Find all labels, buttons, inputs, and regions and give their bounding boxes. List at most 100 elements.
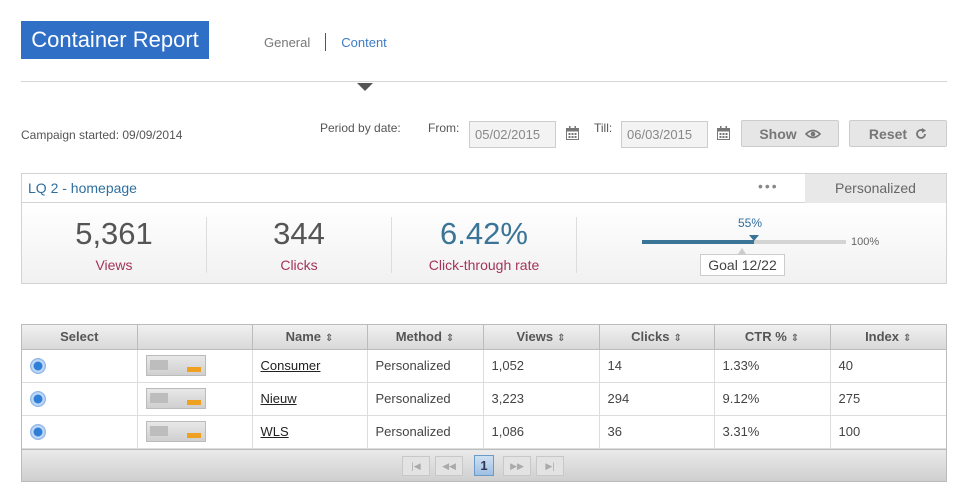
row-select-radio[interactable] bbox=[30, 390, 46, 407]
campaign-started-text: Campaign started: 09/09/2014 bbox=[21, 128, 183, 142]
content-table: Select Name ⇕ Method ⇕ Views ⇕ Clicks ⇕ CTR … bbox=[21, 324, 947, 482]
name-cell: WLS bbox=[252, 415, 368, 449]
last-page-button[interactable]: ▶| bbox=[536, 455, 564, 476]
column-label: Select bbox=[60, 329, 99, 345]
content-name-link[interactable]: WLS bbox=[261, 424, 289, 439]
content-thumbnail bbox=[145, 421, 206, 442]
sort-icon[interactable]: ⇕ bbox=[557, 333, 565, 344]
metric-divider bbox=[576, 217, 577, 273]
column-header-views[interactable]: Views ⇕ bbox=[483, 325, 600, 350]
ctr-cell: 9.12% bbox=[714, 382, 831, 416]
till-label: Till: bbox=[594, 121, 613, 135]
summary-panel: LQ 2 - homepage ••• Personalized 5,361 V… bbox=[21, 173, 947, 284]
previous-page-button[interactable]: ◀◀ bbox=[435, 455, 463, 476]
goal-progress-fill bbox=[642, 240, 755, 244]
reset-button-label: Reset bbox=[868, 125, 908, 142]
more-options-icon[interactable]: ••• bbox=[758, 178, 779, 194]
select-cell bbox=[22, 382, 138, 416]
column-header-clicks[interactable]: Clicks ⇕ bbox=[599, 325, 715, 350]
pagination: |◀ ◀◀ 1 ▶▶ ▶| bbox=[22, 448, 946, 481]
clicks-cell: 14 bbox=[599, 349, 715, 383]
table-row[interactable]: Consumer Personalized 1,052 14 1.33% 40 bbox=[22, 349, 946, 383]
metric-value: 5,361 bbox=[75, 216, 153, 251]
calendar-icon[interactable] bbox=[566, 126, 579, 140]
calendar-icon[interactable] bbox=[717, 126, 730, 140]
content-name-link[interactable]: Consumer bbox=[261, 358, 321, 373]
goal-badge: Goal 12/22 bbox=[700, 254, 785, 276]
eye-icon bbox=[804, 129, 821, 138]
column-label: Method bbox=[395, 329, 442, 345]
views-cell: 1,086 bbox=[483, 415, 600, 449]
header-divider bbox=[21, 81, 947, 82]
table-row[interactable]: WLS Personalized 1,086 36 3.31% 100 bbox=[22, 415, 946, 449]
table-row[interactable]: Nieuw Personalized 3,223 294 9.12% 275 bbox=[22, 382, 946, 416]
method-cell: Personalized bbox=[367, 415, 484, 449]
column-header-ctr[interactable]: CTR % ⇕ bbox=[714, 325, 831, 350]
preview-cell bbox=[137, 349, 253, 383]
column-label: Index bbox=[865, 329, 900, 345]
metric-value: 344 bbox=[273, 216, 325, 251]
row-select-radio[interactable] bbox=[30, 423, 46, 440]
from-label: From: bbox=[428, 121, 460, 135]
metric-label: Click-through rate bbox=[428, 257, 540, 273]
metric-value: 6.42% bbox=[440, 216, 528, 251]
column-label: CTR % bbox=[744, 329, 787, 345]
select-cell bbox=[22, 415, 138, 449]
from-date-input[interactable] bbox=[469, 121, 556, 148]
row-select-radio[interactable] bbox=[30, 357, 46, 374]
method-cell: Personalized bbox=[367, 382, 484, 416]
tab-general[interactable]: General bbox=[264, 35, 310, 50]
method-cell: Personalized bbox=[367, 349, 484, 383]
name-cell: Nieuw bbox=[252, 382, 368, 416]
content-thumbnail bbox=[145, 388, 206, 409]
column-header-select: Select bbox=[22, 325, 138, 350]
method-badge: Personalized bbox=[805, 174, 946, 203]
content-name-link[interactable]: Nieuw bbox=[261, 391, 297, 406]
goal-progress-marker bbox=[749, 235, 760, 241]
preview-cell bbox=[137, 382, 253, 416]
sort-icon[interactable]: ⇕ bbox=[446, 333, 454, 344]
views-cell: 3,223 bbox=[483, 382, 600, 416]
refresh-icon bbox=[916, 127, 927, 139]
sort-icon[interactable]: ⇕ bbox=[673, 333, 681, 344]
column-header-method[interactable]: Method ⇕ bbox=[367, 325, 484, 350]
name-cell: Consumer bbox=[252, 349, 368, 383]
next-page-button[interactable]: ▶▶ bbox=[503, 455, 531, 476]
first-page-button[interactable]: |◀ bbox=[402, 455, 430, 476]
current-page-button[interactable]: 1 bbox=[474, 454, 494, 476]
sort-icon[interactable]: ⇕ bbox=[903, 333, 911, 344]
page-title: Container Report bbox=[21, 21, 209, 59]
clicks-cell: 294 bbox=[599, 382, 715, 416]
till-date-input[interactable] bbox=[621, 121, 708, 148]
tab-bar: General Content bbox=[264, 33, 387, 51]
summary-title: LQ 2 - homepage bbox=[28, 180, 137, 196]
column-label: Views bbox=[516, 329, 554, 345]
table-header-row: Select Name ⇕ Method ⇕ Views ⇕ Clicks ⇕ CTR … bbox=[22, 325, 946, 350]
tab-divider bbox=[325, 33, 327, 51]
index-cell: 275 bbox=[830, 382, 946, 416]
metric-clicks: 344 Clicks bbox=[207, 203, 391, 283]
goal-progress-max: 100% bbox=[851, 236, 880, 248]
goal-progress-percent: 55% bbox=[738, 216, 763, 230]
sort-icon[interactable]: ⇕ bbox=[791, 333, 799, 344]
content-thumbnail bbox=[145, 355, 206, 376]
sort-icon[interactable]: ⇕ bbox=[325, 333, 333, 344]
metric-label: Clicks bbox=[280, 257, 318, 273]
column-header-index[interactable]: Index ⇕ bbox=[830, 325, 946, 350]
clicks-cell: 36 bbox=[599, 415, 715, 449]
views-cell: 1,052 bbox=[483, 349, 600, 383]
ctr-cell: 1.33% bbox=[714, 349, 831, 383]
summary-metrics: 5,361 Views 344 Clicks 6.42% Click-throu… bbox=[22, 203, 946, 283]
goal-progress-bar bbox=[642, 235, 846, 244]
reset-button[interactable]: Reset bbox=[849, 120, 947, 147]
show-button[interactable]: Show bbox=[741, 120, 839, 147]
show-button-label: Show bbox=[759, 125, 797, 142]
index-cell: 40 bbox=[830, 349, 946, 383]
column-label: Name bbox=[285, 329, 322, 345]
period-label: Period by date: bbox=[320, 121, 401, 135]
ctr-cell: 3.31% bbox=[714, 415, 831, 449]
column-header-name[interactable]: Name ⇕ bbox=[252, 325, 368, 350]
select-cell bbox=[22, 349, 138, 383]
summary-panel-header: LQ 2 - homepage ••• Personalized bbox=[22, 174, 946, 203]
tab-content[interactable]: Content bbox=[341, 35, 387, 50]
